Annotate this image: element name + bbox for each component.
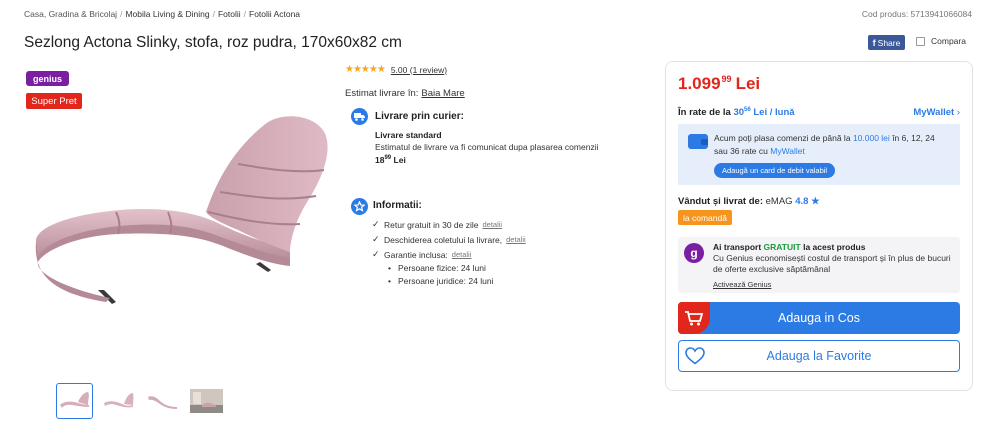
thumbnail-4[interactable] (188, 383, 225, 419)
delivery-type: Livrare standard (375, 130, 442, 140)
rating-summary: ★★★★★ 5.00 (1 review) (345, 64, 447, 75)
product-code: Cod produs: 5713941066084 (861, 9, 972, 19)
breadcrumb-separator: / (212, 9, 215, 19)
courier-heading: Livrare prin curier: (375, 111, 464, 122)
wallet-promo: Acum poți plasa comenzi de până la 10.00… (678, 124, 960, 185)
facebook-icon: f (872, 37, 876, 48)
breadcrumb-item[interactable]: Casa, Gradina & Bricolaj (24, 9, 117, 19)
availability-badge: la comandă (678, 210, 732, 225)
add-to-favorites-label: Adauga la Favorite (766, 349, 872, 363)
breadcrumb-item-current[interactable]: Fotolii Actona (249, 9, 300, 19)
rating-stars-icon: ★★★★★ (345, 64, 386, 75)
thumbnail-1[interactable] (56, 383, 93, 419)
share-label: Share (877, 37, 901, 48)
check-icon: ✓ (372, 249, 380, 259)
courier-details: Livrare standard Estimatul de livrare va… (375, 130, 615, 166)
rating-link[interactable]: 5.00 (1 review) (391, 65, 447, 75)
info-item: ✓ Garantie inclusa: detalii (372, 249, 472, 260)
chaise-thumb-icon (60, 392, 89, 408)
genius-badge: genius (26, 71, 69, 86)
seller-info: Vândut și livrat de: eMAG 4.8 ★ (678, 196, 820, 207)
truck-icon (351, 108, 368, 125)
cart-icon (678, 302, 710, 334)
compare-checkbox[interactable] (916, 36, 925, 46)
check-icon: ✓ (372, 234, 380, 244)
delivery-note: Estimatul de livrare va fi comunicat dup… (375, 141, 599, 152)
check-icon: ✓ (372, 219, 380, 229)
product-main-image[interactable] (28, 112, 330, 312)
product-price: 1.09999 Lei (678, 74, 761, 93)
info-list: ✓ Retur gratuit in 30 de zile detalii ✓ Des… (372, 218, 526, 287)
share-button[interactable]: f Share (868, 35, 905, 50)
room-scene-thumb-icon (190, 389, 223, 413)
super-pret-badge: Super Pret (26, 93, 82, 109)
breadcrumb: Casa, Gradina & Bricolaj / Mobila Living &… (24, 9, 300, 19)
breadcrumb-separator: / (243, 9, 246, 19)
delivery-price: 1899 Lei (375, 154, 406, 165)
warranty-item: • Persoane juridice: 24 luni (388, 275, 494, 286)
compare-toggle[interactable]: Compara (916, 36, 966, 46)
details-link[interactable]: detalii (506, 235, 526, 244)
delivery-estimate: Estimat livrare în: Baia Mare (345, 88, 465, 99)
delivery-city-link[interactable]: Baia Mare (421, 88, 464, 99)
wallet-promo-text: Acum poți plasa comenzi de până la 10.00… (714, 133, 935, 156)
thumbnail-3[interactable] (144, 383, 181, 419)
info-item: ✓ Deschiderea coletului la livrare, detali… (372, 234, 526, 245)
breadcrumb-separator: / (120, 9, 123, 19)
add-to-favorites-button[interactable]: Adauga la Favorite (678, 340, 960, 372)
add-to-cart-label: Adauga in Cos (777, 311, 860, 325)
compare-label: Compara (931, 36, 966, 46)
info-item: ✓ Retur gratuit in 30 de zile detalii (372, 219, 503, 230)
chevron-right-icon: › (956, 107, 960, 118)
installments-row[interactable]: În rate de la 3056 Lei / lună MyWallet › (678, 104, 960, 121)
breadcrumb-item[interactable]: Fotolii (218, 9, 241, 19)
mywallet-link[interactable]: MyWallet › (913, 107, 960, 118)
thumbnail-strip (56, 383, 225, 419)
info-heading: Informatii: (373, 200, 422, 211)
warranty-item: • Persoane fizice: 24 luni (388, 262, 486, 273)
seller-score: 4.8 ★ (795, 196, 820, 207)
add-to-cart-button[interactable]: Adauga in Cos (678, 302, 960, 334)
wallet-icon (688, 134, 708, 149)
installments-text: În rate de la 3056 Lei / lună (678, 106, 795, 119)
page-title: Sezlong Actona Slinky, stofa, roz pudra,… (24, 34, 402, 51)
details-link[interactable]: detalii (452, 250, 472, 259)
star-badge-icon (351, 198, 368, 215)
delivery-estimate-label: Estimat livrare în: (345, 88, 419, 99)
activate-genius-link[interactable]: Activează Genius (713, 279, 953, 290)
details-link[interactable]: detalii (483, 220, 503, 229)
heart-icon (685, 347, 705, 368)
seller-link[interactable]: eMAG (766, 196, 793, 207)
chaise-thumb-icon (104, 393, 134, 408)
genius-logo-icon: g (684, 243, 704, 263)
genius-promo: g Ai transport GRATUIT la acest produs C… (678, 237, 960, 293)
chaise-lounge-image (35, 116, 328, 304)
genius-promo-text: Ai transport GRATUIT la acest produs Cu … (713, 242, 953, 290)
breadcrumb-item[interactable]: Mobila Living & Dining (125, 9, 209, 19)
add-debit-card-button[interactable]: Adaugă un card de debit valabil (714, 163, 836, 178)
thumbnail-2[interactable] (100, 383, 137, 419)
chaise-thumb-icon (148, 396, 177, 409)
